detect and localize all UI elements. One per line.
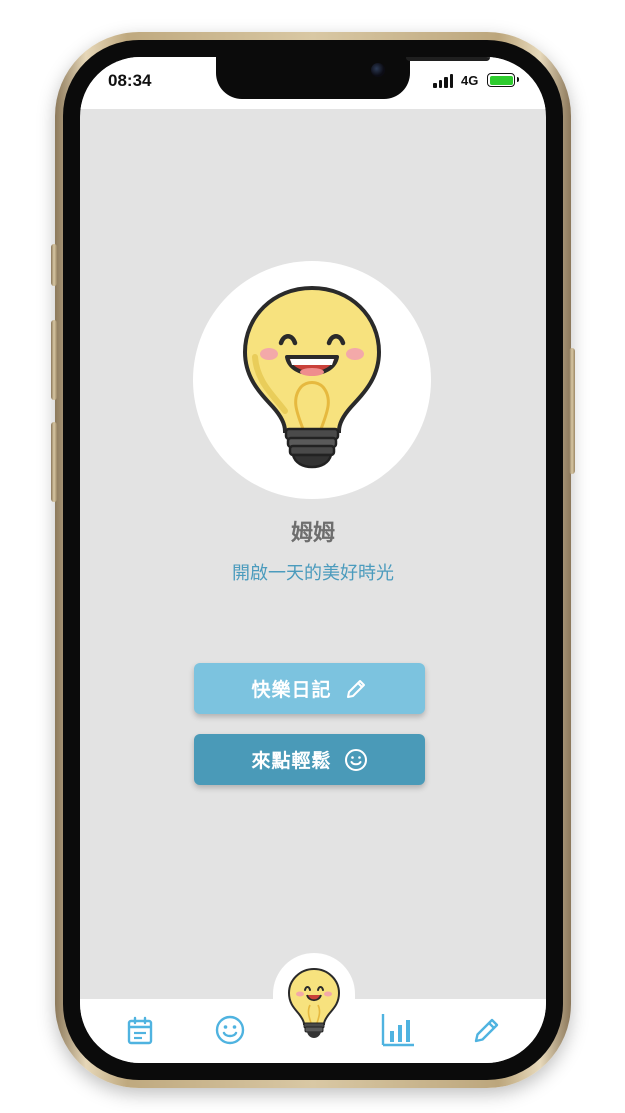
greeting-tagline: 開啟一天的美好時光 [232, 563, 394, 584]
relax-button[interactable]: 來點輕鬆 [194, 734, 425, 785]
signal-icon [433, 74, 453, 88]
mute-switch [51, 244, 57, 286]
power-button [569, 348, 575, 474]
bar-chart-icon[interactable] [380, 1012, 416, 1048]
front-camera [371, 63, 385, 77]
happy-diary-button[interactable]: 快樂日記 [194, 663, 425, 714]
app-screen: 08:34 4G 姆姆 開啟一天的美好時光 快樂日記 來點輕鬆 [80, 57, 546, 1063]
network-type: 4G [461, 73, 479, 88]
pencil-tab-icon[interactable] [472, 1015, 502, 1045]
calendar-icon[interactable] [124, 1015, 156, 1047]
lightbulb-mascot-icon [242, 285, 382, 469]
battery-icon [487, 73, 519, 87]
smiley-tab-icon[interactable] [214, 1014, 246, 1046]
avatar [193, 261, 431, 499]
smiley-icon [344, 748, 367, 771]
pencil-icon [346, 679, 365, 698]
relax-label: 來點輕鬆 [251, 750, 332, 772]
volume-down-button [51, 422, 57, 502]
notch [216, 57, 490, 99]
volume-up-button [51, 320, 57, 400]
user-name: 姆姆 [290, 521, 335, 546]
lightbulb-home-tab-icon[interactable] [283, 965, 345, 1041]
happy-diary-label: 快樂日記 [251, 679, 332, 701]
speaker-grille [406, 57, 490, 61]
status-time: 08:34 [108, 71, 152, 90]
